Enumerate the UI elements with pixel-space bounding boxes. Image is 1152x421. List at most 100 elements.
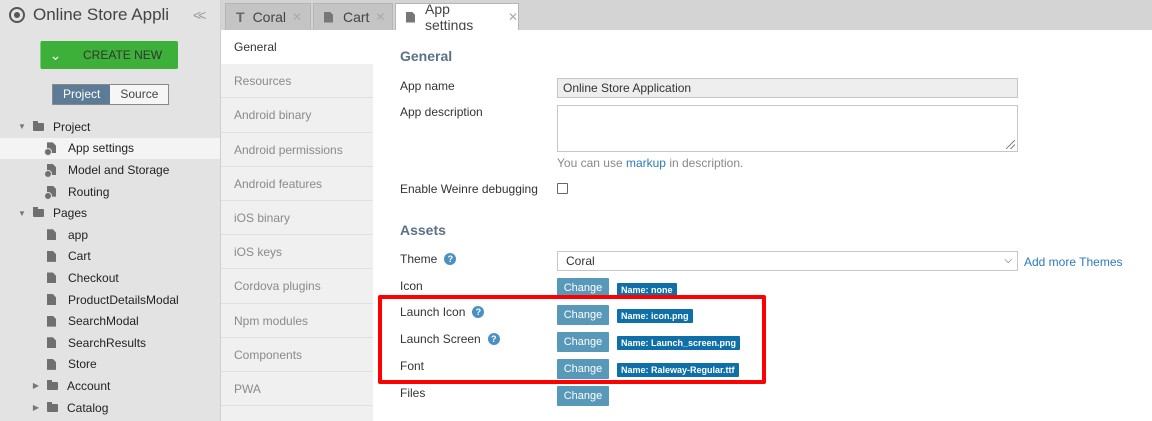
tree-item-label: Checkout	[68, 270, 119, 285]
settings-nav-android-permissions[interactable]: Android permissions	[221, 133, 373, 167]
tab-label: Coral	[252, 9, 287, 25]
page-file-icon	[47, 272, 56, 284]
resize-grip-icon[interactable]	[1006, 140, 1015, 149]
page-file-icon	[47, 358, 56, 370]
app-logo-icon	[9, 7, 25, 23]
folder-icon	[47, 401, 58, 412]
chevron-down-icon: ⌵	[1004, 255, 1012, 266]
settings-nav-general[interactable]: General	[221, 30, 373, 65]
add-more-themes-link[interactable]: Add more Themes	[1024, 255, 1123, 269]
double-chevron-left-icon[interactable]: <<	[193, 7, 206, 23]
settings-nav-pwa[interactable]: PWA	[221, 372, 373, 407]
page-file-icon	[324, 11, 333, 23]
hint-prefix: You can use	[557, 156, 623, 170]
tree-item-app-settings[interactable]: App settings	[0, 137, 220, 160]
tree-item-label: Project	[53, 119, 91, 134]
help-icon[interactable]: ?	[444, 253, 457, 265]
tree-item-checkout[interactable]: Checkout	[0, 267, 220, 289]
settings-nav-components[interactable]: Components	[221, 338, 373, 372]
settings-nav-npm-modules[interactable]: Npm modules	[221, 304, 373, 338]
tree-item-pages[interactable]: ▼ Pages	[0, 202, 220, 224]
create-new-button[interactable]: CREATE NEW ⌄	[40, 41, 178, 69]
editor-tab-bar: T Coral ✕ Cart ✕ App settings ✕	[221, 0, 1152, 33]
settings-nav-ios-binary[interactable]: iOS binary	[221, 201, 373, 236]
collapsed-arrow-icon[interactable]: ▶	[31, 381, 41, 390]
tree-item-label: Pages	[53, 206, 88, 221]
app-name-input[interactable]: Online Store Application	[557, 78, 1018, 98]
tree-item-label: SearchResults	[68, 335, 147, 350]
tree-item-label: Store	[68, 357, 97, 372]
theme-value: Coral	[566, 254, 595, 268]
hint-suffix: in description.	[669, 156, 744, 170]
settings-nav: General Resources Android binary Android…	[221, 30, 373, 421]
tree-item-label: app	[68, 227, 89, 242]
app-header: Online Store Appli <<	[0, 0, 220, 30]
highlight-box	[378, 295, 766, 384]
close-icon[interactable]: ✕	[508, 10, 518, 24]
tree-item-store[interactable]: Store	[0, 354, 220, 376]
general-section-title: General	[400, 48, 453, 64]
theme-select[interactable]: Coral ⌵	[557, 251, 1018, 271]
folder-icon	[33, 207, 44, 218]
tree-item-label: Cart	[68, 249, 91, 264]
text-t-icon: T	[236, 9, 245, 25]
tab-cart[interactable]: Cart ✕	[313, 3, 393, 30]
project-view-button[interactable]: Project	[53, 85, 111, 104]
assets-section-title: Assets	[400, 222, 446, 238]
files-change-button[interactable]: Change	[557, 386, 609, 406]
markup-link[interactable]: markup	[626, 156, 666, 170]
tree-item-label: Routing	[68, 184, 110, 199]
tree-item-label: ProductDetailsModal	[68, 292, 179, 307]
tree-item-routing[interactable]: Routing	[0, 181, 220, 203]
tree-item-model-and-storage[interactable]: Model and Storage	[0, 159, 220, 181]
settings-file-icon	[44, 164, 57, 178]
folder-icon	[33, 120, 44, 131]
settings-file-icon	[44, 142, 57, 157]
source-view-button[interactable]: Source	[110, 85, 169, 104]
create-new-label: CREATE NEW	[83, 48, 163, 62]
theme-label: Theme	[400, 252, 438, 266]
page-file-icon	[47, 315, 56, 327]
chevron-down-icon[interactable]: ⌄	[40, 41, 70, 69]
settings-nav-android-features[interactable]: Android features	[221, 167, 373, 201]
weinre-checkbox[interactable]	[557, 183, 568, 194]
collapsed-arrow-icon[interactable]: ▶	[31, 403, 41, 412]
files-label: Files	[400, 386, 426, 400]
close-icon[interactable]: ✕	[292, 10, 302, 24]
tab-label: App settings	[424, 1, 474, 33]
tree-item-label: Model and Storage	[68, 162, 170, 177]
tab-app-settings[interactable]: App settings ✕	[395, 1, 519, 33]
app-root: Online Store Appli << CREATE NEW ⌄ Proje…	[0, 0, 1152, 421]
app-description-label: App description	[400, 105, 483, 119]
tree-item-label: App settings	[68, 141, 135, 156]
settings-nav-cordova-plugins[interactable]: Cordova plugins	[221, 269, 373, 304]
settings-file-icon	[406, 11, 415, 23]
settings-nav-android-binary[interactable]: Android binary	[221, 98, 373, 133]
theme-label-row: Theme ?	[400, 252, 457, 266]
app-description-textarea[interactable]	[557, 105, 1018, 152]
expanded-arrow-icon[interactable]: ▼	[17, 122, 27, 131]
icon-label: Icon	[400, 279, 423, 293]
tree-item-app[interactable]: app	[0, 224, 220, 246]
folder-icon	[47, 379, 58, 390]
settings-nav-ios-keys[interactable]: iOS keys	[221, 235, 373, 270]
tab-coral[interactable]: T Coral ✕	[225, 3, 311, 30]
description-hint: You can use markup in description.	[557, 156, 743, 170]
settings-file-icon	[44, 186, 57, 200]
expanded-arrow-icon[interactable]: ▼	[17, 209, 27, 218]
tab-label: Cart	[343, 9, 370, 25]
weinre-label: Enable Weinre debugging	[400, 182, 538, 196]
close-icon[interactable]: ✕	[375, 10, 385, 24]
tree-item-label: Account	[67, 378, 111, 393]
tree-item-project[interactable]: ▼ Project	[0, 116, 220, 138]
view-toggle: Project Source	[52, 84, 170, 105]
tree-item-search-results[interactable]: SearchResults	[0, 332, 220, 354]
settings-nav-resources[interactable]: Resources	[221, 64, 373, 99]
tree-item-account[interactable]: ▶ Account	[0, 375, 220, 397]
tree-item-search-modal[interactable]: SearchModal	[0, 310, 220, 332]
tree-item-cart[interactable]: Cart	[0, 246, 220, 268]
tree-item-catalog[interactable]: ▶ Catalog	[0, 397, 220, 419]
tree-item-product-details-modal[interactable]: ProductDetailsModal	[0, 289, 220, 311]
tree-item-label: SearchModal	[68, 314, 139, 329]
page-file-icon	[47, 229, 56, 241]
